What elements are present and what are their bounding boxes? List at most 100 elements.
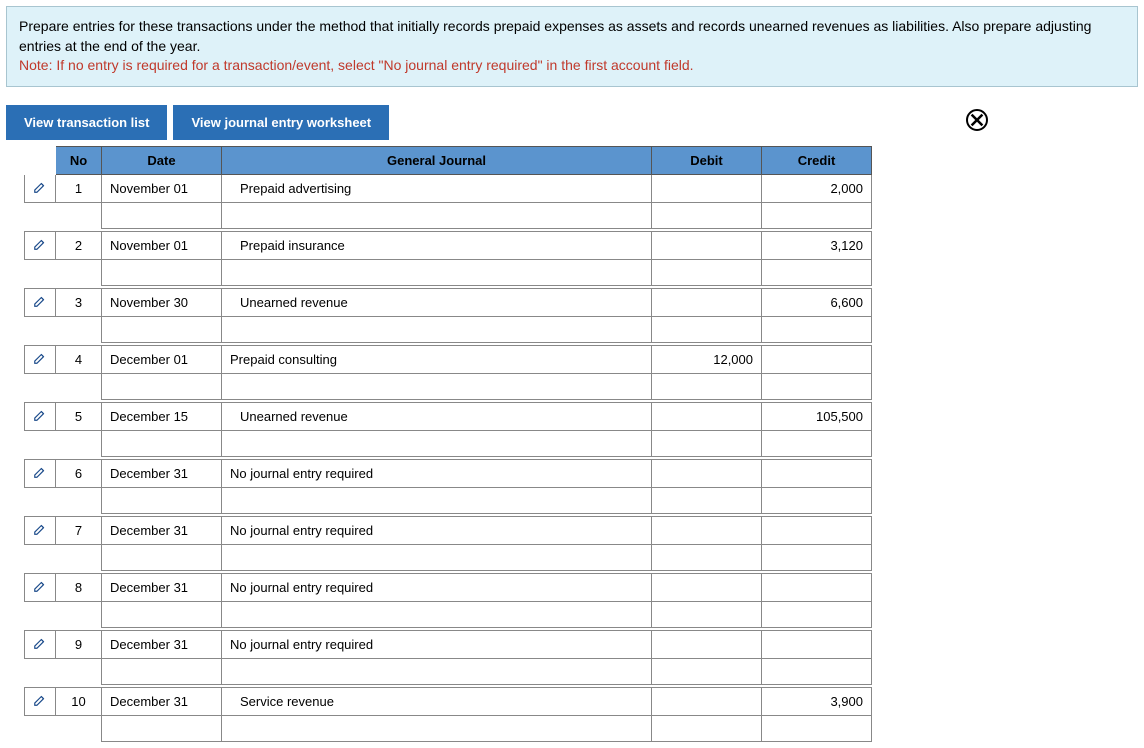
row-no: 2 <box>56 231 102 259</box>
row-debit[interactable] <box>652 630 762 658</box>
row-debit[interactable] <box>652 516 762 544</box>
pencil-icon[interactable] <box>33 294 47 311</box>
row-credit-blank[interactable] <box>762 316 872 342</box>
row-account[interactable]: Prepaid consulting <box>222 345 652 373</box>
row-account-blank[interactable] <box>222 487 652 513</box>
row-account[interactable]: Unearned revenue <box>222 402 652 430</box>
row-no: 9 <box>56 630 102 658</box>
pencil-icon[interactable] <box>33 693 47 710</box>
row-account-blank[interactable] <box>222 316 652 342</box>
row-account-blank[interactable] <box>222 715 652 741</box>
table-row: 8December 31No journal entry required <box>25 573 872 601</box>
row-credit[interactable]: 2,000 <box>762 174 872 202</box>
table-row: 1November 01Prepaid advertising2,000 <box>25 174 872 202</box>
row-account-blank[interactable] <box>222 373 652 399</box>
row-credit-blank[interactable] <box>762 487 872 513</box>
row-debit[interactable] <box>652 231 762 259</box>
row-account[interactable]: Service revenue <box>222 687 652 715</box>
table-row-blank <box>25 601 872 627</box>
row-credit[interactable]: 6,600 <box>762 288 872 316</box>
row-debit-blank[interactable] <box>652 259 762 285</box>
header-credit: Credit <box>762 146 872 174</box>
row-date: December 01 <box>102 345 222 373</box>
header-edit <box>25 146 56 174</box>
row-credit[interactable] <box>762 630 872 658</box>
row-credit-blank[interactable] <box>762 658 872 684</box>
row-debit[interactable] <box>652 288 762 316</box>
row-account[interactable]: Prepaid advertising <box>222 174 652 202</box>
row-date: December 31 <box>102 630 222 658</box>
row-date: December 31 <box>102 459 222 487</box>
pencil-icon[interactable] <box>33 636 47 653</box>
row-debit-blank[interactable] <box>652 544 762 570</box>
note-label: Note: <box>19 57 52 73</box>
row-credit[interactable] <box>762 573 872 601</box>
row-debit[interactable] <box>652 174 762 202</box>
pencil-icon[interactable] <box>33 465 47 482</box>
pencil-icon[interactable] <box>33 408 47 425</box>
row-debit-blank[interactable] <box>652 202 762 228</box>
view-transaction-list-button[interactable]: View transaction list <box>6 105 167 140</box>
row-debit-blank[interactable] <box>652 715 762 741</box>
row-credit[interactable]: 3,900 <box>762 687 872 715</box>
row-debit-blank[interactable] <box>652 316 762 342</box>
pencil-icon[interactable] <box>33 522 47 539</box>
row-date: December 15 <box>102 402 222 430</box>
row-credit[interactable]: 3,120 <box>762 231 872 259</box>
row-no: 1 <box>56 174 102 202</box>
pencil-icon[interactable] <box>33 237 47 254</box>
row-debit-blank[interactable] <box>652 487 762 513</box>
row-no: 4 <box>56 345 102 373</box>
row-account[interactable]: No journal entry required <box>222 459 652 487</box>
table-row-blank <box>25 373 872 399</box>
row-date: December 31 <box>102 687 222 715</box>
row-credit-blank[interactable] <box>762 373 872 399</box>
row-credit[interactable]: 105,500 <box>762 402 872 430</box>
row-account-blank[interactable] <box>222 601 652 627</box>
row-debit-blank[interactable] <box>652 601 762 627</box>
row-credit-blank[interactable] <box>762 259 872 285</box>
row-credit-blank[interactable] <box>762 544 872 570</box>
row-credit-blank[interactable] <box>762 430 872 456</box>
row-debit[interactable]: 12,000 <box>652 345 762 373</box>
row-debit[interactable] <box>652 402 762 430</box>
row-debit-blank[interactable] <box>652 658 762 684</box>
row-account[interactable]: No journal entry required <box>222 630 652 658</box>
close-icon[interactable] <box>966 109 988 131</box>
row-credit[interactable] <box>762 459 872 487</box>
row-debit-blank[interactable] <box>652 430 762 456</box>
row-credit[interactable] <box>762 516 872 544</box>
table-row-blank <box>25 202 872 228</box>
row-debit[interactable] <box>652 573 762 601</box>
row-account[interactable]: No journal entry required <box>222 573 652 601</box>
row-account[interactable]: No journal entry required <box>222 516 652 544</box>
row-account-blank[interactable] <box>222 544 652 570</box>
row-no: 8 <box>56 573 102 601</box>
row-account-blank[interactable] <box>222 658 652 684</box>
table-row: 6December 31No journal entry required <box>25 459 872 487</box>
pencil-icon[interactable] <box>33 351 47 368</box>
row-debit-blank[interactable] <box>652 373 762 399</box>
row-account-blank[interactable] <box>222 202 652 228</box>
row-debit[interactable] <box>652 687 762 715</box>
view-journal-worksheet-button[interactable]: View journal entry worksheet <box>173 105 389 140</box>
row-credit-blank[interactable] <box>762 202 872 228</box>
pencil-icon[interactable] <box>33 579 47 596</box>
row-credit-blank[interactable] <box>762 601 872 627</box>
row-account[interactable]: Prepaid insurance <box>222 231 652 259</box>
table-row-blank <box>25 316 872 342</box>
row-credit[interactable] <box>762 345 872 373</box>
journal-table: No Date General Journal Debit Credit 1No… <box>24 146 872 742</box>
table-row: 9December 31No journal entry required <box>25 630 872 658</box>
row-no: 10 <box>56 687 102 715</box>
pencil-icon[interactable] <box>33 180 47 197</box>
instructions-panel: Prepare entries for these transactions u… <box>6 6 1138 87</box>
row-debit[interactable] <box>652 459 762 487</box>
row-account[interactable]: Unearned revenue <box>222 288 652 316</box>
row-no: 3 <box>56 288 102 316</box>
row-account-blank[interactable] <box>222 259 652 285</box>
row-no: 6 <box>56 459 102 487</box>
row-credit-blank[interactable] <box>762 715 872 741</box>
row-no: 7 <box>56 516 102 544</box>
row-account-blank[interactable] <box>222 430 652 456</box>
